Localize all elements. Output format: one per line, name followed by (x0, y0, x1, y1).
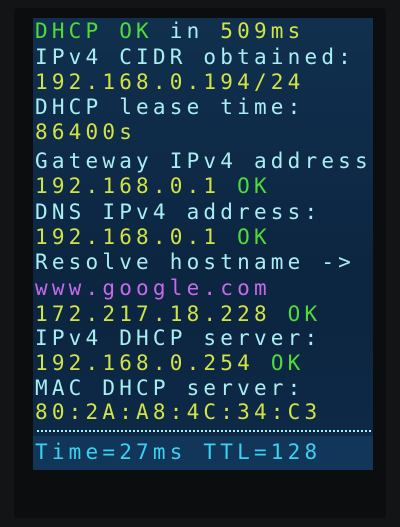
log-text: 192.168.0.1 (35, 225, 238, 249)
dotted-divider (37, 430, 371, 432)
log-line: Resolve hostname -> (35, 250, 355, 275)
log-line: 86400s (35, 120, 136, 145)
log-text: OK (237, 225, 271, 249)
log-line: 192.168.0.1 OK (35, 225, 271, 250)
log-line: 172.217.18.228 OK (35, 302, 321, 327)
log-line: DHCP lease time: (35, 95, 305, 120)
log-line: www.google.com (35, 276, 271, 301)
log-text: DHCP lease time: (35, 95, 305, 119)
log-text: 192.168.0.254 (35, 351, 271, 375)
ping-footer: Time=27ms TTL=128 (33, 436, 373, 470)
log-line: IPv4 DHCP server: (35, 326, 321, 351)
log-line: DHCP OK in 509ms (35, 19, 305, 44)
log-line: Gateway IPv4 address (35, 149, 372, 174)
log-line: 80:2A:A8:4C:34:C3 (35, 400, 321, 425)
log-line: DNS IPv4 address: (35, 200, 321, 225)
log-text: 172.217.18.228 (35, 302, 288, 326)
log-text: Resolve hostname -> (35, 250, 356, 274)
log-text: 192.168.0.194/24 (35, 70, 305, 94)
log-text: DHCP OK (35, 19, 153, 43)
log-line: MAC DHCP server: (35, 376, 305, 401)
log-text: 80:2A:A8:4C:34:C3 (35, 400, 322, 424)
log-text: IPv4 CIDR obtained: (35, 45, 356, 69)
log-text: DNS IPv4 address: (35, 200, 322, 224)
log-text: 86400s (35, 120, 137, 144)
log-text: Gateway IPv4 address (35, 149, 372, 173)
log-text: MAC DHCP server: (35, 376, 305, 400)
log-text: www.google.com (35, 276, 271, 300)
log-line: 192.168.0.194/24 (35, 70, 305, 95)
log-line: IPv4 CIDR obtained: (35, 45, 355, 70)
log-text: 192.168.0.1 (35, 174, 238, 198)
log-text: OK (287, 302, 322, 326)
ping-result: Time=27ms TTL=128 (35, 440, 322, 464)
log-line: 192.168.0.1 OK (35, 174, 271, 199)
log-text: 509ms (220, 19, 305, 43)
log-text: in (152, 19, 221, 43)
log-line: 192.168.0.254 OK (35, 351, 305, 376)
tft-screen: DHCP OK in 509ms IPv4 CIDR obtained: 192.1… (33, 18, 373, 470)
log-text: OK (270, 351, 305, 375)
log-text: IPv4 DHCP server: (35, 326, 322, 350)
log-text: OK (237, 174, 271, 198)
